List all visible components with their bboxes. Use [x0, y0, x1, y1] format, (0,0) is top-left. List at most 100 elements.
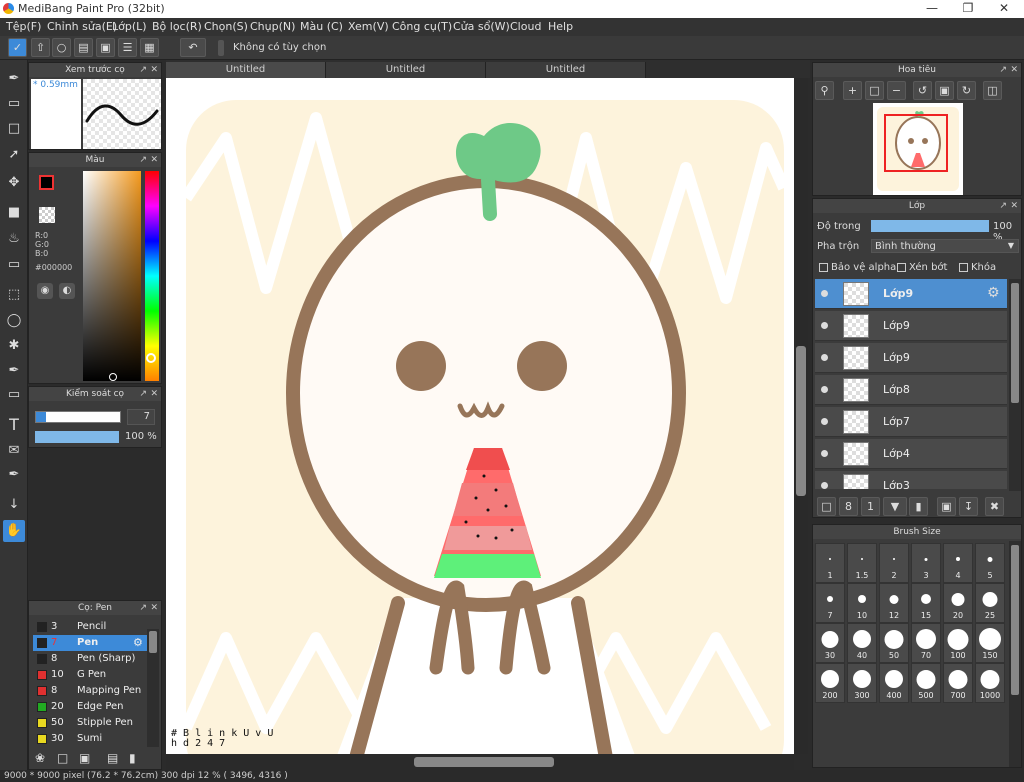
layer-row[interactable]: Lớp4	[815, 439, 1007, 469]
eye-icon[interactable]	[821, 450, 828, 457]
folder-icon[interactable]: ▮	[129, 751, 136, 765]
brush-item-pen[interactable]: 7 Pen ⚙	[33, 635, 147, 651]
brush-size-cell[interactable]: 150	[975, 623, 1005, 663]
eye-icon[interactable]	[821, 482, 828, 489]
shape-tool-icon[interactable]: □	[3, 118, 25, 140]
menu-filter[interactable]: Bộ lọc(R)	[152, 20, 202, 33]
duplicate-layer-icon[interactable]: ▣	[937, 497, 956, 516]
alpha-protect-checkbox[interactable]: Bảo vệ alpha	[819, 262, 896, 273]
brush-size-cell[interactable]: 200	[815, 663, 845, 703]
close-icon[interactable]: ✕	[1010, 199, 1018, 213]
page-icon[interactable]: ▣	[96, 38, 115, 57]
close-icon[interactable]: ✕	[150, 387, 158, 401]
transparent-color-swatch[interactable]	[39, 207, 55, 223]
brush-size-cell[interactable]: 3	[911, 543, 941, 583]
brush-size-cell[interactable]: 7	[815, 583, 845, 623]
restore-button[interactable]: ❐	[950, 0, 986, 18]
popout-icon[interactable]: ↗	[139, 387, 147, 401]
menu-select[interactable]: Chọn(S)	[204, 20, 248, 33]
hue-slider[interactable]	[145, 171, 159, 381]
brush-size-cell[interactable]: 1000	[975, 663, 1005, 703]
blend-mode-select[interactable]: Bình thường ▼	[871, 239, 1019, 253]
menu-tools[interactable]: Công cụ(T)	[392, 20, 452, 33]
close-icon[interactable]: ✕	[1010, 63, 1018, 77]
layer-folder-icon[interactable]: ▮	[909, 497, 928, 516]
popout-icon[interactable]: ↗	[139, 153, 147, 167]
undo-icon[interactable]: ↶	[180, 38, 206, 57]
brush-size-cell[interactable]: 10	[847, 583, 877, 623]
grid-edit-icon[interactable]: ▦	[140, 38, 159, 57]
minimize-button[interactable]: —	[914, 0, 950, 18]
gear-icon[interactable]: ⚙	[133, 636, 143, 649]
color-wheel-icon[interactable]: ◐	[59, 283, 75, 299]
brush-item-edge-pen[interactable]: 20 Edge Pen	[33, 699, 147, 715]
scroll-thumb[interactable]	[149, 631, 157, 653]
eye-icon[interactable]	[821, 354, 828, 361]
brush-item-g-pen[interactable]: 10 G Pen	[33, 667, 147, 683]
brush-item-pencil[interactable]: 3 Pencil	[33, 619, 147, 635]
comment-icon[interactable]: ▤	[74, 38, 93, 57]
drawing-canvas[interactable]: # B l i n k U v U h d 2 4 7	[166, 78, 794, 754]
tab-untitled-3[interactable]: Untitled	[486, 62, 646, 78]
rotate-left-icon[interactable]: ↺	[913, 81, 932, 100]
layer-row[interactable]: Lớp9	[815, 343, 1007, 373]
close-icon[interactable]: ✕	[150, 601, 158, 615]
menu-edit[interactable]: Chỉnh sửa(E)	[47, 20, 117, 33]
h-scroll-thumb[interactable]	[414, 757, 554, 767]
navigator-thumbnail[interactable]	[873, 103, 963, 195]
scroll-thumb[interactable]	[1011, 283, 1019, 403]
layer-row[interactable]: Lớp9 ⚙	[815, 279, 1007, 309]
saturation-value-picker[interactable]	[83, 171, 141, 381]
brush-size-slider[interactable]	[35, 411, 121, 423]
layer-row[interactable]: Lớp3	[815, 471, 1007, 489]
brush-item-pen-sharp[interactable]: 8 Pen (Sharp)	[33, 651, 147, 667]
list-icon[interactable]: ☰	[118, 38, 137, 57]
cloud-check-icon[interactable]: ✓	[8, 38, 27, 57]
bucket-tool-icon[interactable]: ♨	[3, 228, 25, 250]
tab-untitled-1[interactable]: Untitled	[166, 62, 326, 78]
popout-icon[interactable]: ↗	[999, 199, 1007, 213]
copy-brush-icon[interactable]: ▣	[79, 751, 90, 765]
select-eraser-icon[interactable]: ▭	[3, 384, 25, 406]
speech-bubble-icon[interactable]: ○	[52, 38, 71, 57]
menu-help[interactable]: Help	[548, 20, 573, 33]
hand-tool-icon[interactable]: ✋	[3, 520, 25, 542]
eraser-tool-icon[interactable]: ▭	[3, 93, 25, 115]
dropper-tool-icon[interactable]: ↓	[3, 494, 25, 516]
canvas-horizontal-scrollbar[interactable]	[166, 754, 794, 770]
select-pen-icon[interactable]: ✒	[3, 360, 25, 382]
text-tool-icon[interactable]: T	[3, 414, 25, 436]
layer-row[interactable]: Lớp7	[815, 407, 1007, 437]
menu-window[interactable]: Cửa sổ(W)	[453, 20, 510, 33]
tab-untitled-2[interactable]: Untitled	[326, 62, 486, 78]
zoom-fit-icon[interactable]: □	[865, 81, 884, 100]
brush-settings-icon[interactable]: ▤	[107, 751, 118, 765]
menu-color[interactable]: Màu (C)	[300, 20, 343, 33]
popout-icon[interactable]: ↗	[999, 63, 1007, 77]
brush-size-cell[interactable]: 12	[879, 583, 909, 623]
menu-file[interactable]: Tệp(F)	[6, 20, 41, 33]
brush-size-cell[interactable]: 300	[847, 663, 877, 703]
lock-checkbox[interactable]: Khóa	[959, 262, 996, 273]
rotate-right-icon[interactable]: ↻	[957, 81, 976, 100]
new-1bit-layer-icon[interactable]: 1	[861, 497, 880, 516]
brush-item-stipple-pen[interactable]: 50 Stipple Pen	[33, 715, 147, 731]
brush-size-cell[interactable]: 700	[943, 663, 973, 703]
zoom-out-icon[interactable]: −	[887, 81, 906, 100]
brush-size-scrollbar[interactable]	[1009, 541, 1021, 767]
v-scroll-thumb[interactable]	[796, 346, 806, 496]
menu-snap[interactable]: Chụp(N)	[250, 20, 295, 33]
lasso-tool-icon[interactable]: ◯	[3, 310, 25, 332]
move-tool-icon[interactable]: ✥	[3, 172, 25, 194]
share-icon[interactable]: ⇧	[31, 38, 50, 57]
brush-size-cell[interactable]: 70	[911, 623, 941, 663]
zoom-in-icon[interactable]: ⚲	[815, 81, 834, 100]
menu-view[interactable]: Xem(V)	[348, 20, 389, 33]
eye-icon[interactable]	[821, 418, 828, 425]
brush-size-cell[interactable]: 40	[847, 623, 877, 663]
flip-icon[interactable]: ◫	[983, 81, 1002, 100]
close-icon[interactable]: ✕	[150, 63, 158, 77]
brush-size-cell[interactable]: 4	[943, 543, 973, 583]
new-page-icon[interactable]: □	[57, 751, 68, 765]
brush-opacity-slider[interactable]	[35, 431, 119, 443]
